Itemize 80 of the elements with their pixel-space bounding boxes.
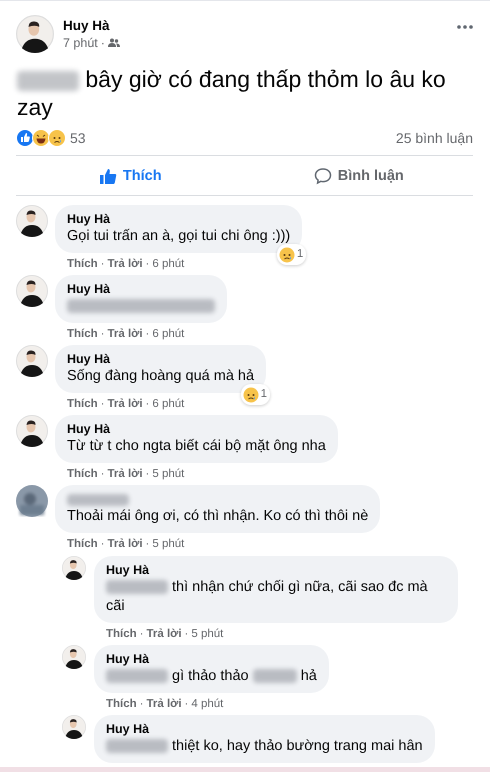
- avatar[interactable]: [16, 415, 48, 447]
- separator: ·: [146, 257, 150, 272]
- reply-link[interactable]: Trả lời: [108, 536, 143, 552]
- avatar[interactable]: [16, 205, 48, 237]
- comment-time: 6 phút: [152, 257, 184, 272]
- commenter-name[interactable]: Huy Hà: [67, 421, 326, 437]
- avatar[interactable]: [62, 645, 86, 669]
- separator: ·: [140, 697, 144, 712]
- comment-text: thì nhận chứ chối gì nữa, cãi sao đc mà cãi: [106, 578, 429, 616]
- commenter-name[interactable]: Huy Hà: [67, 351, 254, 367]
- separator: ·: [100, 327, 105, 342]
- blurred-text: [106, 739, 168, 754]
- reply-link[interactable]: Trả lời: [146, 696, 182, 712]
- like-link[interactable]: Thích: [67, 326, 98, 342]
- sad-reaction-icon: [242, 386, 259, 402]
- separator: ·: [146, 397, 150, 412]
- reaction-icons[interactable]: [16, 129, 64, 147]
- comment-text: gì thảo thảo hả: [106, 667, 317, 686]
- like-link[interactable]: Thích: [67, 466, 98, 482]
- avatar[interactable]: [16, 275, 48, 307]
- comment-time: 5 phút: [152, 537, 184, 552]
- separator: ·: [146, 537, 150, 552]
- like-button[interactable]: Thích: [16, 156, 244, 195]
- avatar[interactable]: [16, 15, 54, 53]
- commenter-name[interactable]: Huy Hà: [106, 651, 317, 667]
- separator: ·: [184, 697, 188, 712]
- separator: ·: [140, 627, 144, 642]
- like-link[interactable]: Thích: [67, 536, 98, 552]
- reply-link[interactable]: Trả lời: [108, 466, 143, 482]
- avatar[interactable]: [16, 345, 48, 377]
- blurred-text: [106, 669, 168, 684]
- blurred-text: [106, 580, 168, 594]
- more-options-icon[interactable]: [457, 25, 473, 29]
- comment-text: Gọi tui trấn an à, gọi tui chi ông :))): [67, 227, 290, 246]
- separator: ·: [100, 257, 105, 272]
- comment-text: Từ từ t cho ngta biết cái bộ mặt ông nha: [67, 437, 326, 456]
- like-link[interactable]: Thích: [67, 256, 98, 272]
- blurred-text: [252, 669, 297, 684]
- commenter-name[interactable]: Huy Hà: [67, 211, 290, 227]
- comment-button[interactable]: Bình luận: [244, 156, 473, 195]
- like-link[interactable]: Thích: [106, 626, 137, 642]
- friends-icon: [108, 38, 120, 48]
- commenter-name[interactable]: Huy Hà: [106, 721, 423, 737]
- reaction-count[interactable]: 53: [70, 130, 86, 146]
- post-time[interactable]: 7 phút: [63, 35, 98, 51]
- commenter-name[interactable]: Huy Hà: [67, 281, 215, 297]
- comment-time: 5 phút: [152, 467, 184, 482]
- reply-link[interactable]: Trả lời: [146, 626, 182, 642]
- reply-link[interactable]: Trả lời: [108, 396, 143, 412]
- thumbs-up-icon: [98, 166, 117, 184]
- separator: ·: [100, 467, 105, 482]
- comment-count[interactable]: 25 bình luận: [396, 130, 473, 146]
- comment-text: thiệt ko, hay thảo bường trang mai hân: [106, 737, 423, 756]
- speech-bubble-icon: [314, 166, 332, 184]
- comment-time: 5 phút: [191, 627, 224, 642]
- reply-link[interactable]: Trả lời: [108, 326, 143, 342]
- separator: ·: [184, 627, 188, 642]
- separator: ·: [100, 35, 105, 51]
- comment-text: Sống đàng hoàng quá mà hả: [67, 367, 254, 386]
- comment-text: Thoải mái ông ơi, có thì nhận. Ko có thì thôi nè: [67, 507, 368, 526]
- comment-time: 6 phút: [152, 397, 184, 412]
- avatar[interactable]: [62, 715, 86, 739]
- avatar[interactable]: [62, 556, 86, 580]
- reaction-count[interactable]: 1: [276, 244, 306, 265]
- commenter-name[interactable]: Huy Hà: [106, 562, 446, 578]
- post-text: bây giờ có đang thấp thỏm lo âu ko zay: [16, 65, 447, 121]
- like-link[interactable]: Thích: [106, 696, 137, 712]
- separator: ·: [146, 467, 150, 482]
- author-name[interactable]: Huy Hà: [63, 17, 448, 35]
- sad-reaction-icon: [278, 246, 295, 262]
- blurred-text: [17, 70, 79, 91]
- separator: ·: [100, 397, 105, 412]
- reply-link[interactable]: Trả lời: [108, 256, 143, 272]
- reaction-count[interactable]: 1: [240, 384, 270, 405]
- comment-time: 6 phút: [152, 327, 184, 342]
- separator: ·: [100, 537, 105, 552]
- like-link[interactable]: Thích: [67, 396, 98, 412]
- comment-time: 4 phút: [191, 697, 224, 712]
- separator: ·: [146, 327, 150, 342]
- blurred-text: [67, 494, 129, 506]
